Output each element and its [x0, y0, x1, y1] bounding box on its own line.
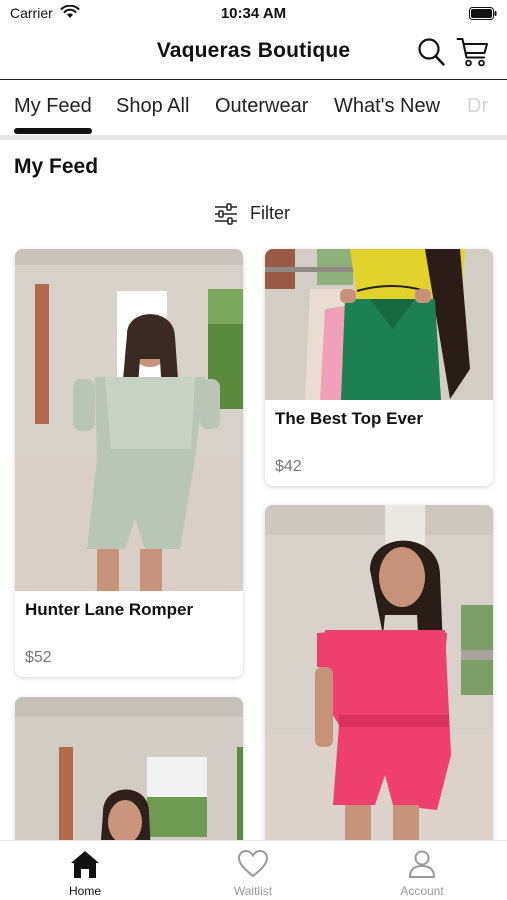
tab-my-feed[interactable]: My Feed	[14, 95, 92, 118]
product-price: $52	[25, 649, 52, 666]
clock-time: 10:34 AM	[220, 5, 287, 22]
search-icon[interactable]	[417, 37, 445, 67]
filter-sliders-icon	[215, 203, 237, 225]
battery-icon	[469, 7, 497, 20]
status-bar: Carrier 10:34 AM	[0, 0, 507, 28]
nav-waitlist-label: Waitlist	[233, 884, 273, 898]
tab-divider	[0, 135, 507, 140]
nav-account-label: Account	[400, 884, 444, 898]
bottom-nav: Home Waitlist Account	[0, 840, 507, 900]
category-tab-bar: My Feed Shop All Outerwear What's New Dr	[0, 79, 507, 137]
nav-waitlist[interactable]: Waitlist	[193, 841, 313, 900]
nav-home[interactable]: Home	[25, 841, 145, 900]
nav-home-label: Home	[68, 884, 101, 898]
app-header: Vaqueras Boutique	[0, 28, 507, 78]
tab-shop-all[interactable]: Shop All	[116, 95, 189, 118]
tab-outerwear[interactable]: Outerwear	[215, 95, 308, 118]
filter-button[interactable]: Filter	[214, 200, 304, 228]
product-image	[265, 249, 493, 400]
product-card-the-best-top-ever[interactable]: The Best Top Ever $42	[265, 249, 493, 486]
cart-icon[interactable]	[456, 36, 490, 68]
product-card[interactable]	[265, 505, 493, 897]
product-card-hunter-lane-romper[interactable]: Hunter Lane Romper $52	[15, 249, 243, 677]
nav-account[interactable]: Account	[362, 841, 482, 900]
tab-whats-new[interactable]: What's New	[334, 95, 440, 118]
tab-dresses-partial[interactable]: Dr	[467, 95, 488, 118]
product-name: Hunter Lane Romper	[25, 600, 194, 619]
product-image	[15, 249, 243, 591]
product-name: The Best Top Ever	[275, 409, 423, 428]
home-icon	[71, 851, 99, 878]
product-image	[265, 505, 493, 897]
heart-icon	[237, 849, 269, 878]
product-price: $42	[275, 458, 302, 475]
filter-label: Filter	[250, 203, 290, 223]
section-title: My Feed	[14, 155, 99, 178]
active-tab-indicator	[14, 128, 92, 134]
account-icon	[409, 850, 435, 878]
